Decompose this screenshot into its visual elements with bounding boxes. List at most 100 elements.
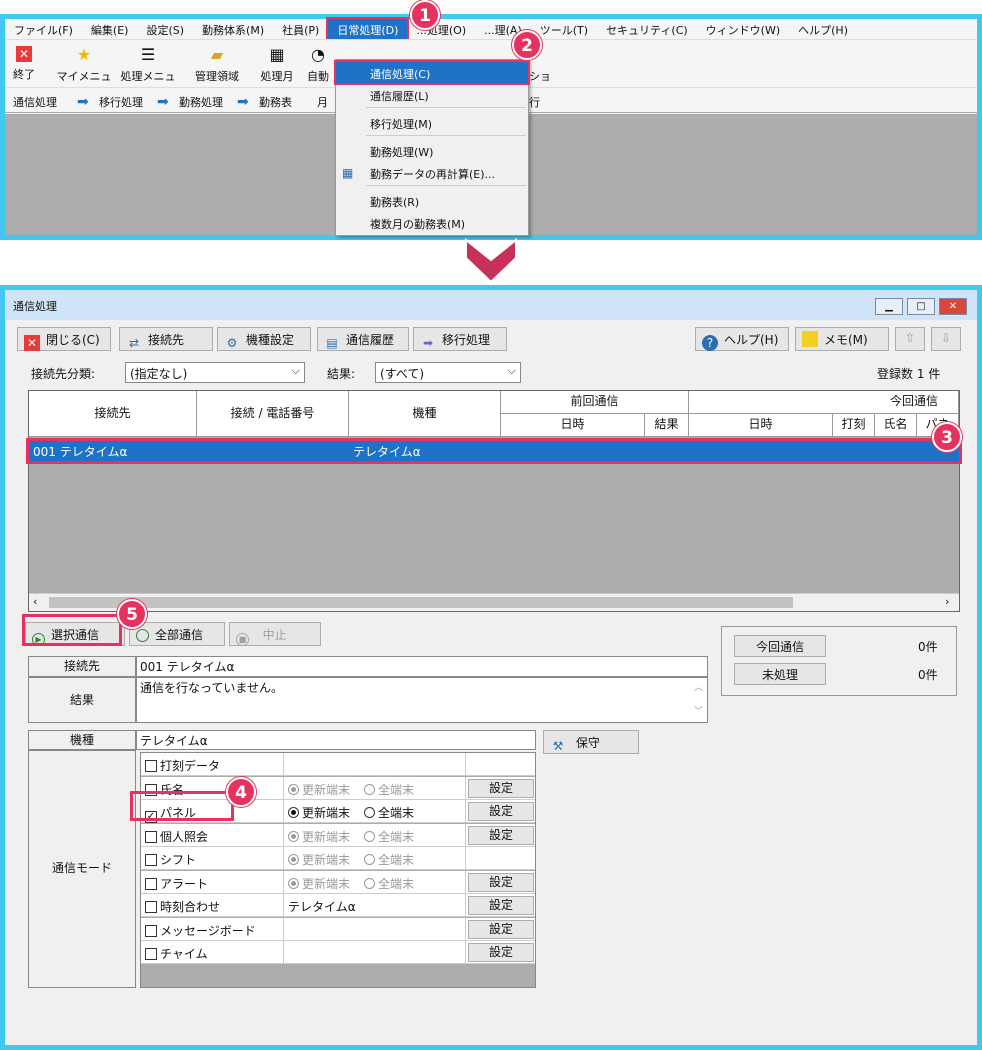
menu-employee[interactable]: 社員(P) (273, 19, 328, 39)
radio-icon[interactable] (364, 830, 376, 842)
mode-checkbox[interactable]: 時刻合わせ (145, 898, 220, 915)
migration-button[interactable]: ➡ 移行処理 (413, 327, 507, 351)
radio-icon[interactable] (364, 877, 376, 889)
checkbox-icon[interactable] (145, 901, 157, 913)
flow-migration[interactable]: 移行処理 (99, 94, 143, 110)
checkbox-icon[interactable] (145, 854, 157, 866)
mode-checkbox[interactable]: シフト (145, 851, 196, 868)
radio-icon[interactable] (364, 854, 376, 865)
scroll-up-icon[interactable]: ︿ (694, 680, 703, 693)
scroll-left-icon[interactable]: ‹ (33, 595, 37, 608)
dropdown-work-table[interactable]: 勤務表(R) (336, 190, 528, 211)
mode-setting-button[interactable]: 設定 (468, 778, 534, 798)
radio-all-terminals[interactable]: 全端末 (364, 830, 414, 844)
header-current-datetime[interactable]: 日時 (689, 414, 833, 437)
maximize-button[interactable]: □ (907, 298, 935, 315)
radio-selected-icon[interactable] (288, 783, 299, 795)
memo-button[interactable]: メモ(M) (795, 327, 889, 351)
radio-icon[interactable] (364, 783, 376, 795)
category-select[interactable]: (指定なし) ⌵ (125, 362, 305, 383)
help-button[interactable]: ? ヘルプ(H) (695, 327, 789, 351)
current-communication-button[interactable]: 今回通信 (734, 635, 826, 657)
close-button[interactable]: ✕ 閉じる(C) (17, 327, 111, 351)
scroll-thumb[interactable] (49, 597, 793, 608)
move-up-button[interactable]: ⇧ (895, 327, 925, 351)
radio-update-terminal[interactable]: 更新端末 (288, 853, 350, 867)
flow-communication[interactable]: 通信処理 (13, 94, 57, 110)
radio-update-terminal[interactable]: 更新端末 (288, 783, 350, 797)
radio-selected-icon[interactable] (288, 807, 299, 818)
checkbox-icon[interactable] (145, 877, 157, 890)
radio-selected-icon[interactable] (288, 854, 299, 865)
header-current-stamp[interactable]: 打刻 (833, 414, 875, 437)
radio-update-terminal[interactable]: 更新端末 (288, 830, 350, 844)
auto-button[interactable]: ◔ 自動 (303, 42, 333, 84)
menu-window[interactable]: ウィンドウ(W) (697, 19, 789, 39)
menu-daily-processing[interactable]: 日常処理(D) (326, 17, 410, 41)
table-row[interactable]: 001 テレタイムα テレタイムα (26, 438, 962, 464)
checkbox-icon[interactable] (145, 760, 157, 772)
menu-help[interactable]: ヘルプ(H) (789, 19, 857, 39)
menu-tools[interactable]: ツール(T) (531, 19, 597, 39)
flow-work-table[interactable]: 勤務表 (259, 94, 292, 110)
checkbox-icon[interactable] (145, 948, 157, 960)
connection-button[interactable]: ⇄ 接続先 (119, 327, 213, 351)
mode-checkbox[interactable]: チャイム (145, 945, 208, 962)
dropdown-multi-month-table[interactable]: 複数月の勤務表(M) (336, 212, 528, 233)
processing-month-button[interactable]: ▦ 処理月 (257, 42, 297, 84)
window-close-button[interactable]: ✕ (939, 298, 967, 315)
unprocessed-button[interactable]: 未処理 (734, 663, 826, 685)
radio-all-terminals[interactable]: 全端末 (364, 877, 414, 891)
horizontal-scrollbar[interactable]: ‹ › (29, 593, 959, 611)
header-current-name[interactable]: 氏名 (875, 414, 917, 437)
maintenance-button[interactable]: ⚒ 保守 (543, 730, 639, 754)
header-connection-phone[interactable]: 接続 / 電話番号 (197, 391, 349, 437)
exit-button[interactable]: ✕ 終了 (9, 42, 39, 82)
mode-setting-button[interactable]: 設定 (468, 943, 534, 962)
stop-button[interactable]: ■ 中止 (229, 622, 321, 646)
result-select[interactable]: (すべて) ⌵ (375, 362, 521, 383)
dropdown-migration[interactable]: 移行処理(M) (336, 112, 528, 133)
model-settings-button[interactable]: ⚙ 機種設定 (217, 327, 311, 351)
mode-checkbox[interactable]: メッセージボード (145, 922, 256, 939)
all-communication-button[interactable]: 全部通信 (129, 622, 225, 646)
radio-all-terminals[interactable]: 全端末 (364, 853, 414, 867)
header-model[interactable]: 機種 (349, 391, 501, 437)
mode-setting-button[interactable]: 設定 (468, 919, 534, 939)
mode-setting-button[interactable]: 設定 (468, 872, 534, 892)
mode-checkbox[interactable]: 個人照会 (145, 828, 208, 845)
radio-update-terminal[interactable]: 更新端末 (288, 806, 350, 820)
scroll-down-icon[interactable]: ﹀ (694, 704, 703, 717)
menu-settings[interactable]: 設定(S) (137, 19, 193, 39)
mode-setting-button[interactable]: 設定 (468, 825, 534, 845)
radio-selected-icon[interactable] (288, 830, 299, 842)
minimize-button[interactable]: ▁ (875, 298, 903, 315)
checkbox-icon[interactable] (145, 924, 157, 937)
move-down-button[interactable]: ⇩ (931, 327, 961, 351)
menu-work-system[interactable]: 勤務体系(M) (193, 19, 273, 39)
menu-file[interactable]: ファイル(F) (5, 19, 82, 39)
header-previous-result[interactable]: 結果 (645, 414, 689, 437)
checkbox-icon[interactable] (145, 830, 157, 843)
header-previous-datetime[interactable]: 日時 (501, 414, 645, 437)
flow-tail-row[interactable]: 行 (529, 94, 540, 110)
header-destination[interactable]: 接続先 (29, 391, 197, 437)
dropdown-communication-history[interactable]: 通信履歴(L) (336, 84, 528, 105)
menu-edit[interactable]: 編集(E) (82, 19, 138, 39)
flow-work-processing[interactable]: 勤務処理 (179, 94, 223, 110)
radio-update-terminal[interactable]: 更新端末 (288, 877, 350, 891)
dropdown-recalculate[interactable]: ▦ 勤務データの再計算(E)... (336, 162, 528, 183)
scroll-right-icon[interactable]: › (945, 595, 949, 608)
mode-setting-button[interactable]: 設定 (468, 802, 534, 821)
radio-all-terminals[interactable]: 全端末 (364, 806, 414, 820)
radio-all-terminals[interactable]: 全端末 (364, 783, 414, 797)
flow-tail-month[interactable]: 月 (317, 94, 328, 110)
radio-icon[interactable] (364, 807, 376, 818)
radio-selected-icon[interactable] (288, 877, 299, 889)
mode-checkbox[interactable]: アラート (145, 875, 208, 892)
management-area-button[interactable]: ▰ 管理領域 (191, 42, 243, 84)
dropdown-work-processing[interactable]: 勤務処理(W) (336, 140, 528, 161)
history-button[interactable]: ▤ 通信履歴 (317, 327, 409, 351)
menu-security[interactable]: セキュリティ(C) (597, 19, 697, 39)
mode-setting-button[interactable]: 設定 (468, 896, 534, 915)
